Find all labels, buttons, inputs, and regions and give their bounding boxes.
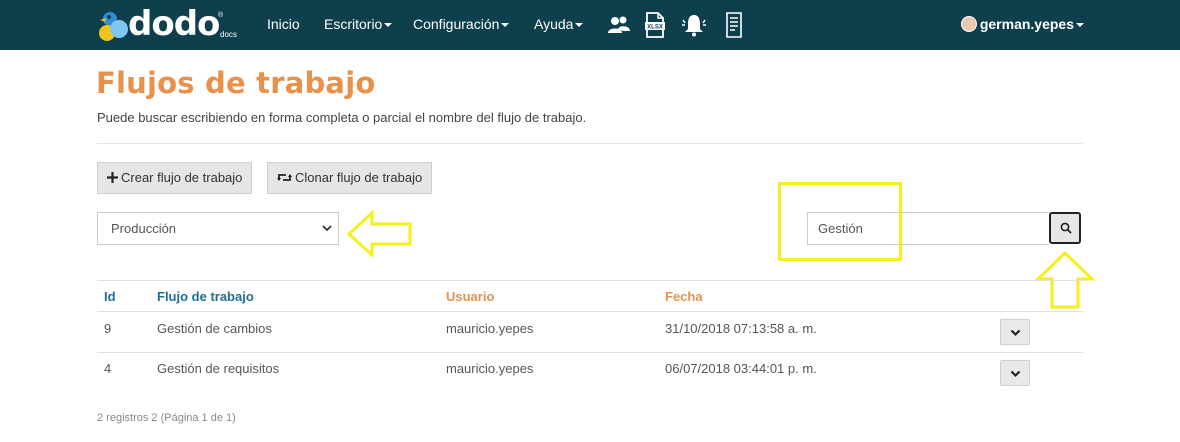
column-header-user[interactable]: Usuario — [446, 289, 494, 304]
search-button[interactable] — [1049, 212, 1081, 244]
cell-date: 31/10/2018 07:13:58 a. m. — [665, 321, 817, 336]
plus-icon — [107, 172, 118, 184]
row-expand-button[interactable] — [1000, 360, 1030, 386]
page-title: Flujos de trabajo — [96, 66, 376, 100]
brand-sub: docs — [220, 30, 237, 39]
brand-name: dodo — [128, 4, 220, 44]
avatar — [960, 16, 977, 33]
caret-down-icon — [384, 23, 393, 28]
environment-select-value: Producción — [111, 221, 177, 236]
row-divider — [97, 352, 1083, 353]
column-header-workflow[interactable]: Flujo de trabajo — [157, 289, 254, 304]
user-name: german.yepes — [979, 16, 1074, 32]
caret-down-icon — [1076, 23, 1084, 28]
user-menu[interactable]: german.yepes — [960, 0, 1084, 50]
clone-workflow-label: Clonar flujo de trabajo — [295, 170, 423, 185]
cell-id: 9 — [104, 321, 112, 336]
annotation-highlight-box — [778, 182, 902, 261]
nav-item-label: Escritorio — [324, 16, 383, 32]
cell-workflow-name: Gestión de requisitos — [157, 361, 280, 376]
row-expand-button[interactable] — [1000, 319, 1030, 345]
clone-workflow-button[interactable]: Clonar flujo de trabajo — [267, 162, 433, 194]
dodo-logo[interactable]: dodo ® docs — [98, 4, 248, 46]
caret-down-icon — [575, 23, 584, 28]
nav-item-label: Inicio — [267, 16, 300, 32]
top-navbar: dodo ® docs Inicio Escritorio Configurac… — [0, 0, 1180, 50]
dodo-bird-icon — [99, 12, 128, 41]
create-workflow-button[interactable]: Crear flujo de trabajo — [97, 162, 253, 194]
retweet-icon — [277, 174, 292, 182]
nav-item-label: Configuración — [413, 16, 500, 32]
bell-icon[interactable] — [681, 12, 707, 38]
header-row-divider — [97, 311, 1083, 312]
nav-item-ayuda[interactable]: Ayuda — [534, 0, 584, 50]
brand-registered-mark: ® — [218, 12, 224, 19]
nav-item-label: Ayuda — [534, 16, 574, 32]
nav-item-configuracion[interactable]: Configuración — [413, 0, 510, 50]
xlsx-file-icon[interactable]: XLSX — [643, 12, 667, 38]
cell-date: 06/07/2018 03:44:01 p. m. — [665, 361, 817, 376]
pagination-summary: 2 registros 2 (Página 1 de 1) — [97, 412, 236, 424]
cell-user: mauricio.yepes — [446, 361, 534, 376]
chevron-down-icon — [1010, 370, 1021, 378]
search-icon — [1060, 222, 1072, 234]
page-description: Puede buscar escribiendo en forma comple… — [97, 110, 587, 125]
create-workflow-label: Crear flujo de trabajo — [121, 170, 243, 185]
chevron-down-icon — [1010, 329, 1021, 337]
document-list-icon[interactable] — [722, 12, 746, 38]
caret-down-icon — [501, 23, 510, 28]
nav-item-inicio[interactable]: Inicio — [267, 0, 300, 50]
cell-id: 4 — [104, 361, 112, 376]
cell-workflow-name: Gestión de cambios — [157, 321, 272, 336]
svg-text:XLSX: XLSX — [647, 25, 663, 31]
table-top-border — [97, 280, 1083, 281]
column-header-id[interactable]: Id — [104, 289, 116, 304]
divider — [97, 143, 1083, 144]
cell-user: mauricio.yepes — [446, 321, 534, 336]
chevron-down-icon — [322, 225, 332, 232]
nav-item-escritorio[interactable]: Escritorio — [324, 0, 393, 50]
column-header-date[interactable]: Fecha — [665, 289, 703, 304]
users-icon[interactable] — [607, 12, 631, 38]
annotation-arrow-left-icon — [346, 210, 412, 258]
environment-select[interactable]: Producción — [97, 212, 339, 245]
